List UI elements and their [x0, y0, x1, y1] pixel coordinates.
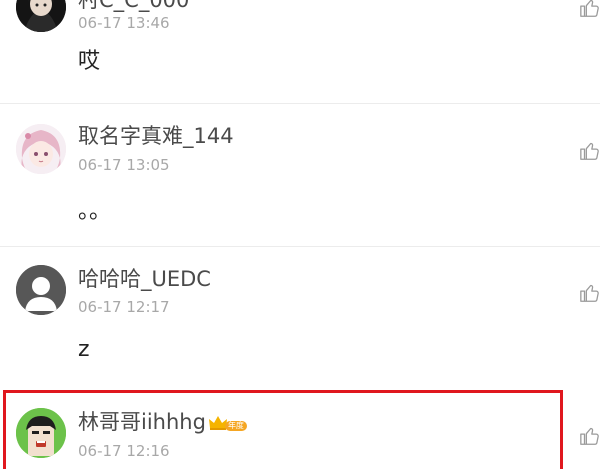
user-avatar[interactable]: [16, 408, 66, 458]
like-button[interactable]: [579, 282, 600, 304]
comment-time: 06-17 13:46: [78, 14, 170, 32]
green-cartoon-face-avatar-icon: [16, 408, 66, 458]
vip-badge: 年度: [224, 421, 247, 431]
comment-time: 06-17 12:16: [78, 442, 170, 460]
thumbs-up-icon: [580, 284, 599, 302]
username[interactable]: 哈哈哈_UEDC: [78, 267, 211, 291]
thumbs-up-icon: [580, 427, 599, 445]
username[interactable]: 林哥哥iihhhg 年度: [78, 410, 247, 434]
dark-anime-avatar-icon: [16, 0, 66, 32]
thumbs-up-icon: [580, 0, 599, 17]
like-button[interactable]: [579, 140, 600, 162]
comment-time: 06-17 12:17: [78, 298, 170, 316]
comment-text: z: [78, 337, 90, 362]
user-avatar[interactable]: [16, 265, 66, 315]
like-button[interactable]: [579, 0, 600, 19]
username-text[interactable]: 林哥哥iihhhg: [78, 410, 206, 434]
like-button[interactable]: [579, 425, 600, 447]
user-avatar[interactable]: [16, 0, 66, 32]
thumbs-up-icon: [580, 142, 599, 160]
username[interactable]: 取名字真难_144: [78, 124, 234, 148]
comment-item: 取名字真难_144 06-17 13:05 。。: [0, 104, 600, 246]
comment-list: 村C_C_000 06-17 13:46 哎 取名字真难_144 06-17 1…: [0, 0, 600, 469]
comment-text: 哎: [78, 49, 101, 74]
default-person-avatar-icon: [16, 265, 66, 315]
comment-time: 06-17 13:05: [78, 156, 170, 174]
pink-anime-girl-avatar-icon: [16, 124, 66, 174]
user-avatar[interactable]: [16, 124, 66, 174]
username[interactable]: 村C_C_000: [78, 0, 189, 12]
comment-text: 。。: [78, 199, 112, 224]
comment-item: 村C_C_000 06-17 13:46 哎: [0, 0, 600, 103]
comment-item: 哈哈哈_UEDC 06-17 12:17 z: [0, 247, 600, 390]
comment-item: 林哥哥iihhhg 年度 06-17 12:16: [0, 390, 600, 469]
